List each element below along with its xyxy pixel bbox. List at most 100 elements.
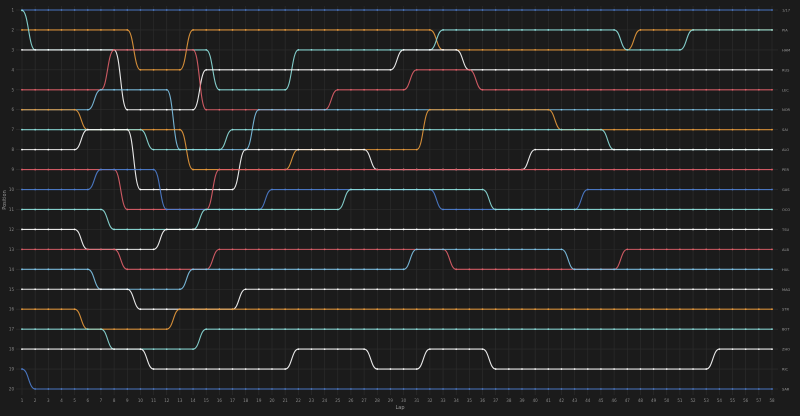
series-point bbox=[692, 68, 694, 71]
series-point bbox=[336, 328, 339, 331]
series-point bbox=[323, 208, 326, 211]
series-point bbox=[744, 328, 747, 331]
x-tick-label: 16 bbox=[217, 398, 223, 403]
series-point bbox=[468, 168, 471, 171]
series-point bbox=[626, 188, 629, 191]
series-point bbox=[231, 228, 234, 231]
series-point bbox=[744, 268, 747, 271]
series-point bbox=[468, 48, 471, 51]
series-point bbox=[139, 228, 142, 231]
series-point bbox=[297, 68, 300, 71]
series-point bbox=[244, 308, 247, 311]
series-point bbox=[47, 29, 50, 31]
x-tick-label: 9 bbox=[126, 398, 129, 403]
series-point bbox=[442, 328, 444, 331]
x-tick-label: 19 bbox=[256, 398, 262, 403]
series-point bbox=[705, 208, 708, 211]
series-point bbox=[757, 248, 760, 251]
series-point bbox=[192, 228, 194, 231]
series-point bbox=[573, 288, 576, 291]
series-point bbox=[678, 88, 681, 91]
series-point bbox=[310, 348, 313, 351]
series-point bbox=[468, 208, 471, 211]
series-point bbox=[547, 168, 550, 171]
y-tick-label: 17 bbox=[9, 327, 15, 332]
series-point bbox=[639, 48, 642, 51]
series-point bbox=[113, 29, 116, 31]
series-point bbox=[613, 308, 616, 311]
series-point bbox=[415, 328, 418, 331]
series-point bbox=[534, 288, 537, 291]
series-point bbox=[665, 328, 668, 331]
series-point bbox=[402, 9, 405, 11]
series-point bbox=[718, 108, 721, 111]
series-point bbox=[560, 388, 563, 390]
series-point bbox=[586, 108, 589, 111]
series-point bbox=[178, 188, 181, 191]
end-label: NOR bbox=[782, 108, 791, 112]
series-point bbox=[455, 328, 458, 331]
end-label: TSU bbox=[781, 228, 789, 232]
series-point bbox=[257, 288, 260, 291]
series-point bbox=[297, 348, 300, 351]
series-point bbox=[244, 228, 247, 231]
series-point bbox=[152, 288, 155, 291]
series-point bbox=[271, 168, 273, 171]
series-point bbox=[205, 29, 208, 31]
series-point bbox=[521, 328, 523, 331]
series-point bbox=[178, 68, 181, 71]
series-point bbox=[244, 328, 247, 331]
series-point bbox=[639, 108, 642, 111]
series-point bbox=[100, 248, 102, 251]
series-point bbox=[560, 328, 563, 331]
series-point bbox=[547, 48, 550, 51]
series-point bbox=[21, 288, 23, 291]
series-point bbox=[613, 228, 616, 231]
series-point bbox=[705, 148, 708, 151]
series-point bbox=[113, 328, 116, 331]
series-point bbox=[428, 68, 431, 71]
series-point bbox=[744, 88, 747, 91]
series-line bbox=[21, 129, 772, 191]
series-point bbox=[152, 48, 155, 51]
series-point bbox=[389, 148, 392, 151]
series-point bbox=[402, 168, 405, 171]
series-point bbox=[718, 148, 721, 151]
series-point bbox=[60, 108, 63, 111]
series-point bbox=[350, 388, 352, 390]
series-point bbox=[178, 288, 181, 291]
series-point bbox=[442, 288, 444, 291]
series-point bbox=[547, 9, 550, 11]
series-point bbox=[139, 168, 142, 171]
series-point bbox=[560, 48, 563, 51]
series-point bbox=[139, 348, 142, 351]
series-point bbox=[665, 268, 668, 271]
series-point bbox=[586, 168, 589, 171]
series-point bbox=[455, 388, 458, 390]
series-point bbox=[323, 268, 326, 271]
series-point bbox=[534, 248, 537, 251]
series-point bbox=[534, 228, 537, 231]
series-point bbox=[560, 248, 563, 251]
series-point bbox=[692, 168, 694, 171]
series-point bbox=[152, 308, 155, 311]
series-point bbox=[428, 108, 431, 111]
series-point bbox=[455, 128, 458, 131]
series-point bbox=[600, 88, 602, 91]
series-point bbox=[600, 128, 602, 131]
series-point bbox=[547, 388, 550, 390]
series-point bbox=[705, 68, 708, 71]
series-point bbox=[231, 108, 234, 111]
series-point bbox=[639, 148, 642, 151]
series-point bbox=[415, 148, 418, 151]
y-tick-label: 7 bbox=[11, 127, 14, 132]
series-point bbox=[494, 368, 497, 370]
series-point bbox=[284, 88, 287, 91]
series-point bbox=[521, 228, 523, 231]
series-point bbox=[257, 29, 260, 31]
series-point bbox=[481, 268, 484, 271]
series-point bbox=[705, 228, 708, 231]
series-point bbox=[376, 48, 379, 51]
series-point bbox=[389, 88, 392, 91]
series-point bbox=[231, 308, 234, 311]
